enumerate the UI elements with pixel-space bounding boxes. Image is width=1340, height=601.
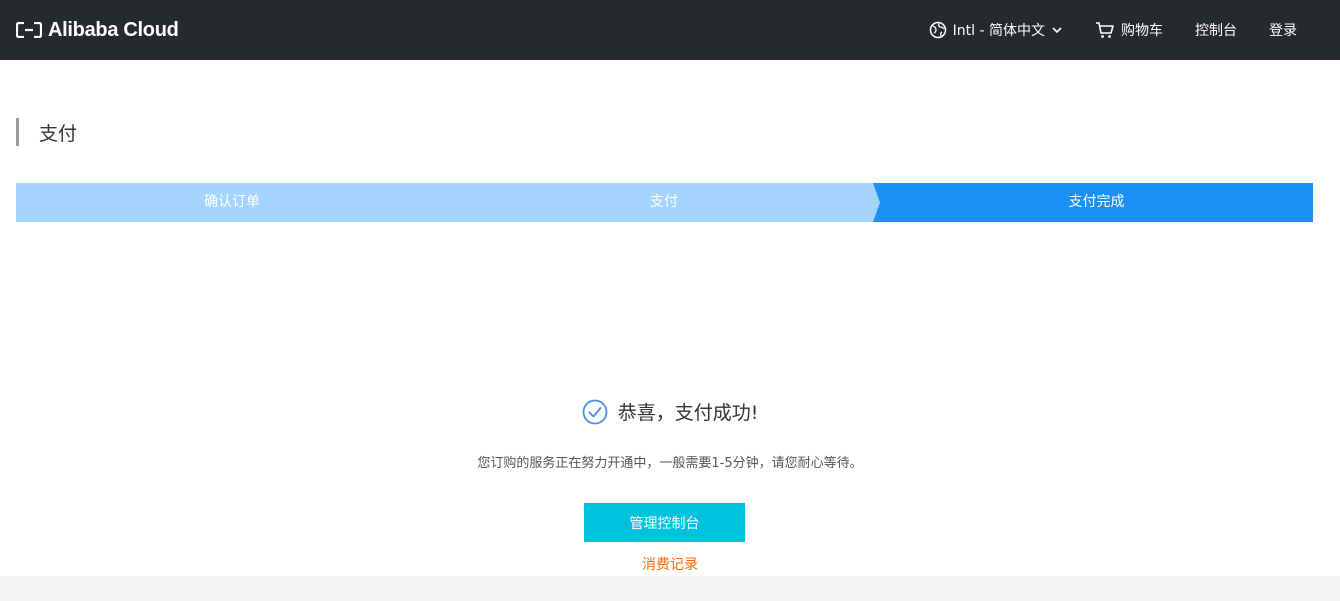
login-label: 登录	[1269, 23, 1297, 39]
brand-name: Alibaba Cloud	[48, 18, 179, 41]
activation-notice: 您订购的服务正在努力开通中，一般需要1-5分钟，请您耐心等待。	[477, 456, 863, 471]
login-link[interactable]: 登录	[1269, 20, 1297, 40]
billing-records-link[interactable]: 消费记录	[0, 554, 1340, 574]
top-nav-bar: Alibaba Cloud Intl - 简体中文 购物车 控制台 登录	[0, 0, 1340, 60]
chevron-down-icon	[1052, 27, 1062, 34]
step-confirm-order: 确认订单	[204, 194, 260, 210]
step-payment-complete: 支付完成	[1068, 194, 1125, 210]
step-payment: 支付	[650, 194, 678, 210]
cart-link[interactable]: 购物车	[1095, 20, 1163, 40]
console-link[interactable]: 控制台	[1195, 20, 1237, 40]
cart-label: 购物车	[1121, 23, 1163, 39]
alibaba-cloud-logo[interactable]: Alibaba Cloud	[16, 19, 179, 42]
globe-icon	[929, 21, 946, 39]
console-label: 控制台	[1195, 23, 1237, 39]
language-selector[interactable]: Intl - 简体中文	[929, 20, 1063, 40]
manage-console-button[interactable]: 管理控制台	[584, 503, 745, 542]
page-title: 支付	[16, 118, 77, 146]
shopping-cart-icon	[1096, 22, 1114, 38]
checkout-steps: 确认订单 支付 支付完成	[16, 183, 1313, 222]
footer-strip	[0, 576, 1340, 601]
alibaba-cloud-logo-icon	[16, 22, 42, 38]
success-message: 恭喜，支付成功!	[0, 398, 1340, 425]
header-actions: Intl - 简体中文 购物车 控制台 登录	[929, 20, 1324, 40]
language-label: Intl - 简体中文	[952, 23, 1045, 39]
success-title: 恭喜，支付成功!	[617, 402, 759, 424]
check-circle-icon	[582, 399, 608, 424]
